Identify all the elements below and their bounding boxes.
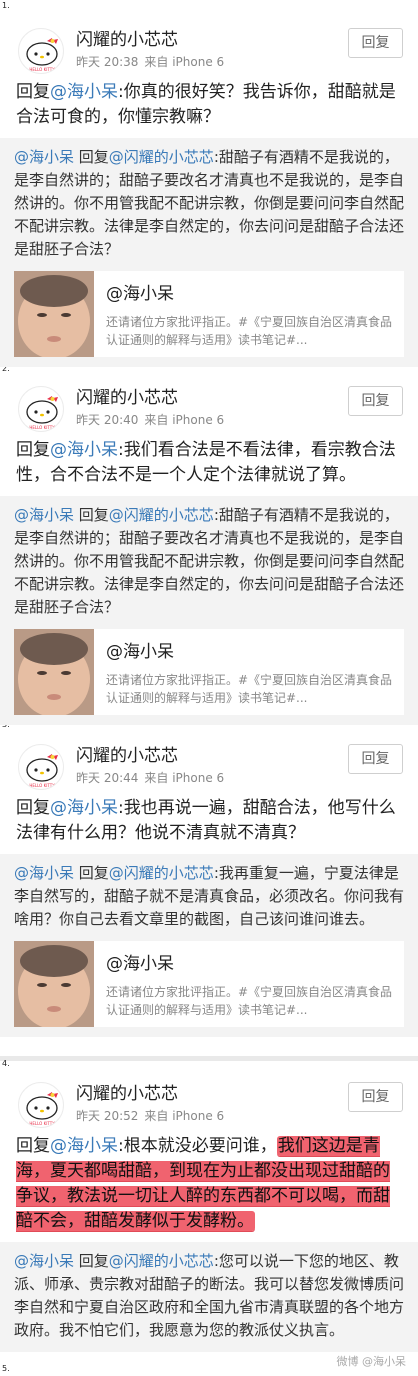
post-time: 昨天 20:44 [76,771,139,785]
original-post-ref[interactable]: @海小呆 还请诸位方家批评指正。#《宁夏回族自治区清真食品认证通则的解释与适用》… [14,271,404,357]
watermark: 微博 @海小呆 [336,1355,407,1368]
user-avatar[interactable]: HELLO KITTY [18,744,64,790]
comment-text: 回复@海小呆:我也再说一遍，甜醅合法，他写什么法律有什么用？他说不清真就不清真？ [0,796,418,846]
reply-prefix: 回复 [16,82,50,102]
original-post-author: @海小呆 [106,954,174,974]
post-source: 来自 iPhone 6 [144,413,225,427]
post-meta: 昨天 20:40 来自 iPhone 6 [76,411,230,428]
quoted-comment[interactable]: @海小呆 回复@闪耀的小芯芯:我再重复一遍，宁夏法律是李自然写的，甜醅子就不是清… [0,854,418,1037]
mention-link[interactable]: @闪耀的小芯芯 [109,1252,214,1270]
original-post-summary: 还请诸位方家批评指正。#《宁夏回族自治区清真食品认证通则的解释与适用》读书笔记#… [106,315,393,347]
mention-link[interactable]: @海小呆 [50,82,118,102]
mention-link[interactable]: @海小呆 [14,864,74,882]
svg-text:HELLO KITTY: HELLO KITTY [29,783,55,788]
post-meta: 昨天 20:44 来自 iPhone 6 [76,769,230,786]
post-source: 来自 iPhone 6 [144,771,225,785]
mention-link[interactable]: @闪耀的小芯芯 [109,506,214,524]
comment-text: 回复@海小呆:你真的很好笑？我告诉你，甜醅就是合法可食的，你懂宗教嘛？ [0,80,418,130]
quoted-comment[interactable]: @海小呆 回复@闪耀的小芯芯:您可以说一下您的地区、教派、师承、贵宗教对甜醅子的… [0,1242,418,1352]
comment-text: 回复@海小呆:根本就没必要问谁，我们这边是青海，夏天都喝甜醅，到现在为止都没出现… [0,1134,418,1234]
item-index: 5. [2,1364,10,1373]
original-post-summary: 还请诸位方家批评指正。#《宁夏回族自治区清真食品认证通则的解释与适用》读书笔记#… [106,673,393,705]
user-avatar[interactable]: HELLO KITTY [18,1082,64,1128]
comment-card: HELLO KITTY 闪耀的小芯芯 昨天 20:52 来自 iPhone 6 回… [0,1076,418,1352]
post-source: 来自 iPhone 6 [144,1109,225,1123]
post-time: 昨天 20:40 [76,413,139,427]
item-index: 1. [2,1,10,10]
post-meta: 昨天 20:38 来自 iPhone 6 [76,53,230,70]
mention-link[interactable]: @海小呆 [14,506,74,524]
mention-link[interactable]: @海小呆 [50,798,118,818]
mention-link[interactable]: @海小呆 [50,440,118,460]
comment-card: HELLO KITTY 闪耀的小芯芯 昨天 20:44 来自 iPhone 6 回… [0,738,418,1037]
comment-text: 回复@海小呆:我们看合法是不看法律，看宗教合法性，合不合法不是一个人定个法律就说… [0,438,418,488]
reply-button[interactable]: 回复 [348,744,403,774]
post-time: 昨天 20:38 [76,55,139,69]
mention-link[interactable]: @海小呆 [50,1136,118,1156]
svg-text:HELLO KITTY: HELLO KITTY [29,1121,55,1126]
reply-prefix: 回复 [16,1136,50,1156]
reply-content: :根本就没必要问谁， [118,1136,277,1156]
mention-link[interactable]: @海小呆 [14,1252,74,1270]
original-post-ref[interactable]: @海小呆 还请诸位方家批评指正。#《宁夏回族自治区清真食品认证通则的解释与适用》… [14,941,404,1027]
original-post-ref[interactable]: @海小呆 还请诸位方家批评指正。#《宁夏回族自治区清真食品认证通则的解释与适用》… [14,629,404,715]
original-post-summary: 还请诸位方家批评指正。#《宁夏回族自治区清真食品认证通则的解释与适用》读书笔记#… [106,985,393,1017]
username[interactable]: 闪耀的小芯芯 [76,1079,178,1104]
post-thumbnail [14,941,94,1027]
reply-button[interactable]: 回复 [348,1082,403,1112]
mention-link[interactable]: @闪耀的小芯芯 [109,148,214,166]
post-thumbnail [14,629,94,715]
quote-reply-label: 回复 [74,148,109,166]
reply-prefix: 回复 [16,440,50,460]
item-index: 4. [2,1059,10,1068]
quote-reply-label: 回复 [74,864,109,882]
svg-text:HELLO KITTY: HELLO KITTY [29,67,55,72]
user-avatar[interactable]: HELLO KITTY [18,386,64,432]
user-avatar[interactable]: HELLO KITTY [18,28,64,74]
reply-button[interactable]: 回复 [348,386,403,416]
username[interactable]: 闪耀的小芯芯 [76,741,178,766]
comment-card: HELLO KITTY 闪耀的小芯芯 昨天 20:40 来自 iPhone 6 回… [0,380,418,725]
separator [0,1056,418,1061]
quoted-comment[interactable]: @海小呆 回复@闪耀的小芯芯:甜醅子有酒精不是我说的，是李自然讲的；甜醅子要改名… [0,138,418,367]
quote-reply-label: 回复 [74,1252,109,1270]
comment-card: HELLO KITTY 闪耀的小芯芯 昨天 20:38 来自 iPhone 6 回… [0,22,418,367]
quoted-comment[interactable]: @海小呆 回复@闪耀的小芯芯:甜醅子有酒精不是我说的，是李自然讲的；甜醅子要改名… [0,496,418,725]
mention-link[interactable]: @海小呆 [14,148,74,166]
reply-button[interactable]: 回复 [348,28,403,58]
original-post-author: @海小呆 [106,642,174,662]
username[interactable]: 闪耀的小芯芯 [76,383,178,408]
mention-link[interactable]: @闪耀的小芯芯 [109,864,214,882]
post-time: 昨天 20:52 [76,1109,139,1123]
post-source: 来自 iPhone 6 [144,55,225,69]
reply-prefix: 回复 [16,798,50,818]
post-thumbnail [14,271,94,357]
username[interactable]: 闪耀的小芯芯 [76,25,178,50]
post-meta: 昨天 20:52 来自 iPhone 6 [76,1107,230,1124]
original-post-author: @海小呆 [106,284,174,304]
svg-text:HELLO KITTY: HELLO KITTY [29,425,55,430]
quote-reply-label: 回复 [74,506,109,524]
